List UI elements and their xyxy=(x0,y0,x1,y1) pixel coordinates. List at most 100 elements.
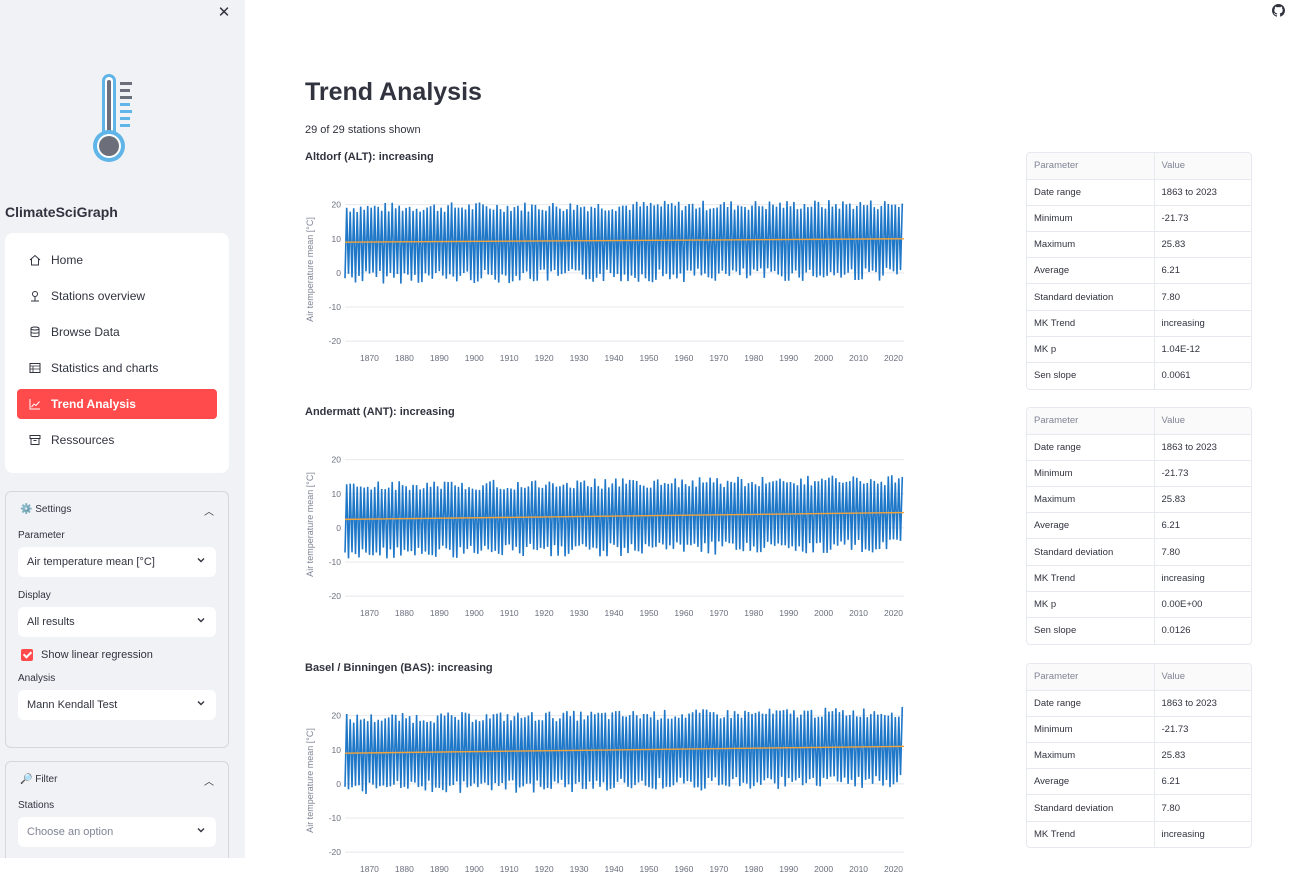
stats-cell: increasing xyxy=(1161,828,1205,840)
stats-row: Average 6.21 xyxy=(1027,257,1251,285)
stats-cell: Sen slope xyxy=(1027,362,1155,389)
trend-chart: 20100-10-201870 1880 1890 1900 1910 1920 1930 1… xyxy=(305,455,905,618)
y-tick-label: -10 xyxy=(329,557,342,567)
y-tick-label: 20 xyxy=(332,455,342,465)
nav-item-browse-data[interactable]: Browse Data xyxy=(17,317,217,347)
x-tick-label: 1970 xyxy=(709,608,728,618)
y-axis-label: Air temperature mean [°C] xyxy=(305,472,315,577)
stats-row: Standard deviation 7.80 xyxy=(1027,538,1251,566)
nav-item-stations-overview[interactable]: Stations overview xyxy=(17,281,217,311)
stats-cell: MK Trend xyxy=(1027,565,1155,592)
stats-cell: 0.0126 xyxy=(1161,625,1191,637)
stats-cell: 25.83 xyxy=(1154,742,1251,770)
trend-icon xyxy=(29,399,40,410)
stats-cell: Minimum xyxy=(1027,716,1155,744)
stats-cell: 7.80 xyxy=(1154,794,1251,822)
x-tick-label: 1980 xyxy=(744,608,763,618)
stations-placeholder: Choose an option xyxy=(27,826,114,838)
filter-expander-header[interactable]: 🔎 Filter ︿ xyxy=(6,762,228,796)
x-tick-label: 1940 xyxy=(605,353,624,363)
stats-row: Maximum 25.83 xyxy=(1027,231,1251,259)
y-axis-label: Air temperature mean [°C] xyxy=(305,728,315,833)
database-icon xyxy=(30,326,40,338)
settings-panel: ⚙️ Settings ︿ Parameter Air temperature … xyxy=(5,491,229,748)
chevron-down-icon xyxy=(197,618,205,623)
x-tick-label: 2000 xyxy=(814,608,833,618)
display-value: All results xyxy=(27,616,75,628)
stats-row: Date range 1863 to 2023 xyxy=(1027,690,1251,717)
settings-expander-header[interactable]: ⚙️ Settings ︿ xyxy=(6,492,228,526)
nav-item-trend-analysis[interactable]: Trend Analysis xyxy=(17,389,217,419)
x-tick-label: 1950 xyxy=(639,353,658,363)
stats-cell: MK Trend xyxy=(1027,310,1155,337)
stats-table: Parameter Value Date range 1863 to 2023 Mini… xyxy=(1026,152,1252,390)
stats-cell: Maximum xyxy=(1027,486,1155,514)
x-tick-label: 2020 xyxy=(884,864,903,874)
nav-item-statistics[interactable]: Statistics and charts xyxy=(17,353,217,383)
nav-item-ressources[interactable]: Ressources xyxy=(17,425,217,455)
nav-label: Home xyxy=(51,253,84,267)
stats-cell: -21.73 xyxy=(1154,716,1251,744)
display-select[interactable]: All results xyxy=(18,607,216,637)
x-tick-label: 1910 xyxy=(500,864,519,874)
chevron-up-icon: ︿ xyxy=(204,777,214,788)
x-tick-label: 1980 xyxy=(744,864,763,874)
stats-row: Average 6.21 xyxy=(1027,768,1251,796)
x-tick-label: 2020 xyxy=(884,353,903,363)
x-tick-label: 1940 xyxy=(605,608,624,618)
stats-cell: MK Trend xyxy=(1027,821,1155,848)
stats-row: MK p 1.04E-12 xyxy=(1027,336,1251,364)
y-tick-label: -20 xyxy=(329,591,342,601)
parameter-select[interactable]: Air temperature mean [°C] xyxy=(18,547,216,577)
stats-cell: Standard deviation xyxy=(1027,283,1155,311)
x-tick-label: 2020 xyxy=(884,608,903,618)
analysis-label: Analysis xyxy=(18,673,56,684)
y-tick-label: -20 xyxy=(329,336,342,346)
archive-icon xyxy=(29,435,41,445)
station-heading: Andermatt (ANT): increasing xyxy=(305,406,455,418)
y-tick-label: 20 xyxy=(332,200,342,210)
stats-cell: 6.21 xyxy=(1154,257,1251,285)
stats-row: Date range 1863 to 2023 xyxy=(1027,179,1251,206)
parameter-label: Parameter xyxy=(18,530,65,541)
thermometer-logo xyxy=(93,74,132,162)
regression-checkbox-row[interactable]: Show linear regression xyxy=(21,649,228,661)
x-tick-label: 2010 xyxy=(849,608,868,618)
github-icon[interactable] xyxy=(1272,4,1285,17)
analysis-select[interactable]: Mann Kendall Test xyxy=(18,690,216,720)
stats-cell: increasing xyxy=(1154,310,1251,337)
stats-table: Parameter Value Date range 1863 to 2023 Mini… xyxy=(1026,663,1252,849)
stats-cell: 1863 to 2023 xyxy=(1154,179,1251,206)
y-tick-label: -10 xyxy=(329,813,342,823)
x-tick-label: 1930 xyxy=(570,353,589,363)
close-sidebar-button[interactable]: ✕ xyxy=(215,4,233,22)
x-tick-label: 1960 xyxy=(674,353,693,363)
stats-cell: increasing xyxy=(1154,565,1251,592)
stats-row: MK p 0.00E+00 xyxy=(1027,591,1251,619)
nav-label: Trend Analysis xyxy=(51,397,136,411)
x-tick-label: 1920 xyxy=(535,353,554,363)
stats-cell: 7.80 xyxy=(1154,538,1251,566)
x-tick-label: 1880 xyxy=(395,864,414,874)
stats-row: Sen slope 0.0061 xyxy=(1027,362,1251,389)
stats-cell: Maximum xyxy=(1027,742,1155,770)
nav-item-home[interactable]: Home xyxy=(17,245,217,275)
chevron-down-icon xyxy=(197,558,205,563)
regression-checkbox[interactable] xyxy=(21,649,33,661)
stations-multiselect[interactable]: Choose an option xyxy=(18,817,216,847)
stats-row: Standard deviation 7.80 xyxy=(1027,283,1251,311)
x-tick-label: 1960 xyxy=(674,608,693,618)
stats-row: Minimum -21.73 xyxy=(1027,205,1251,233)
stats-cell: Sen slope xyxy=(1027,617,1155,644)
x-tick-label: 1900 xyxy=(465,608,484,618)
station-heading: Basel / Binningen (BAS): increasing xyxy=(305,662,493,674)
x-tick-label: 1970 xyxy=(709,353,728,363)
display-label: Display xyxy=(18,590,51,601)
regression-line xyxy=(344,238,905,243)
stats-cell: Standard deviation xyxy=(1027,794,1155,822)
x-tick-label: 1900 xyxy=(465,353,484,363)
stats-cell: 6.21 xyxy=(1154,768,1251,796)
x-tick-label: 1940 xyxy=(605,864,624,874)
stats-header-cell: Value xyxy=(1154,153,1251,180)
stats-cell: 25.83 xyxy=(1154,231,1251,259)
